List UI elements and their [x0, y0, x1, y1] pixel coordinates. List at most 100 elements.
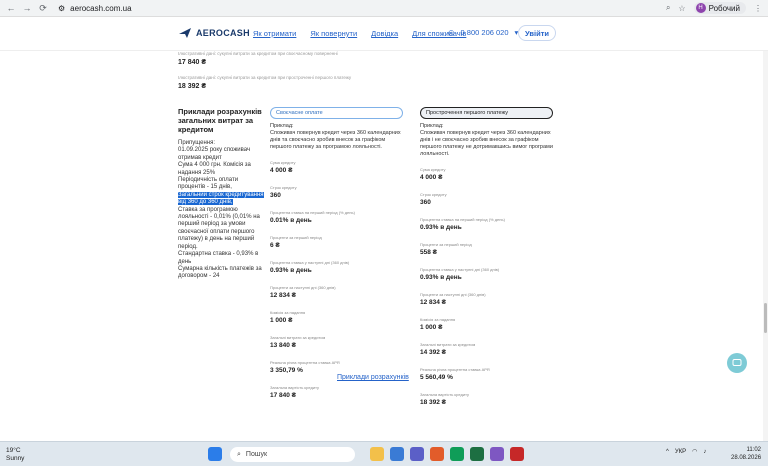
calc-row-label: Загальні витрати за кредитом	[270, 335, 326, 340]
calc-row: Реальна річна процентна ставка APR 3 350,…	[270, 360, 403, 374]
calc-row-value: 1 000 ₴	[420, 324, 443, 331]
app2-icon[interactable]	[510, 447, 524, 461]
weather-temp: 19°C	[6, 447, 21, 454]
example-on-time: Приклад: Споживач повернув кредит через …	[270, 123, 401, 150]
calc-row-label: Проценти за перший період	[270, 235, 322, 240]
calc-row-value: 0.93% в день	[270, 267, 312, 274]
zoom-icon[interactable]: ⌕	[666, 3, 670, 13]
calc-row-label: Строк кредиту	[420, 192, 447, 197]
calc-row-value: 0.93% в день	[420, 224, 462, 231]
logo-text: AEROCASH	[196, 28, 250, 38]
browser-icon[interactable]	[390, 447, 404, 461]
scroll-thumb[interactable]	[764, 303, 767, 333]
calc-row: Проценти за перший період 6 ₴	[270, 235, 403, 249]
login-button[interactable]: Увійти	[518, 25, 556, 41]
file-explorer-icon[interactable]	[370, 447, 384, 461]
calc-row: Строк кредиту 360	[270, 185, 403, 199]
top-totals: Ілюстративні дані: сукупні витрати за кр…	[178, 51, 351, 90]
calc-row-value: 360	[420, 199, 431, 206]
chat-button[interactable]	[727, 353, 747, 373]
office-icon[interactable]	[430, 447, 444, 461]
calc-row-label: Проценти за наступні дні (360 днів)	[270, 285, 336, 290]
phone-number[interactable]: 0 800 206 020	[461, 28, 509, 37]
selected-text: Загальний строк кредитування від 360 до …	[178, 191, 264, 206]
forward-icon[interactable]: →	[22, 3, 32, 14]
page-scrollbar[interactable]	[763, 51, 768, 441]
tab-overdue[interactable]: Прострочення першого платежу	[420, 107, 553, 119]
calc-row-label: Процентна ставка у наступні дні (360 дні…	[420, 267, 500, 272]
tray-chevron-icon[interactable]: ^	[666, 449, 669, 455]
bookmark-star-icon[interactable]: ☆	[678, 4, 685, 13]
excel-icon[interactable]	[470, 447, 484, 461]
calc-row-value: 360	[270, 192, 281, 199]
menu-item-how-to-get[interactable]: Як отримати	[253, 29, 296, 38]
assumptions-text: Припущення: 01.09.2025 року споживач отр…	[178, 140, 251, 191]
column-overdue: Прострочення першого платежу Приклад: Сп…	[420, 107, 553, 417]
calc-row: Сума кредиту 4 000 ₴	[420, 167, 553, 181]
language-indicator[interactable]: УКР	[675, 449, 686, 455]
calc-row-label: Комісія за надання	[420, 317, 456, 322]
taskbar-apps	[208, 447, 222, 461]
calc-row-label: Строк кредиту	[270, 185, 297, 190]
chrome-icon[interactable]	[450, 447, 464, 461]
examples-link[interactable]: Приклади розрахунків	[337, 374, 409, 381]
calc-row: Реальна річна процентна ставка APR 5 560,…	[420, 367, 553, 381]
calc-row-value: 558 ₴	[420, 249, 437, 256]
calc-row: Процентна ставка у наступні дні (360 дні…	[420, 267, 553, 281]
volume-icon[interactable]: ♪	[703, 449, 706, 455]
search-icon: ⌕	[237, 450, 241, 458]
calc-row: Процентна ставка у наступні дні (360 дні…	[270, 260, 403, 274]
taskbar: 19°C Sunny ⌕ Пошук ^ УКР ◠ ♪ 11:02 28.08…	[0, 441, 768, 466]
profile-label: Робочий	[708, 3, 740, 13]
address-bar[interactable]: ⚙ aerocash.com.ua	[58, 4, 132, 13]
examples-title: Приклади розрахунків загальних витрат за…	[178, 107, 262, 134]
calc-row-label: Загальна вартість кредиту	[270, 385, 319, 390]
site-info-icon[interactable]: ⚙	[58, 4, 65, 13]
calc-row-label: Проценти за наступні дні (360 днів)	[420, 292, 486, 297]
calc-row: Проценти за наступні дні (360 днів) 12 83…	[270, 285, 403, 299]
taskbar-search-label: Пошук	[245, 451, 268, 458]
taskbar-search[interactable]: ⌕ Пошук	[230, 447, 355, 462]
calc-row-value: 17 840 ₴	[270, 392, 297, 399]
browser-toolbar: ← → ⟳ ⚙ aerocash.com.ua ⌕ ☆ Н Робочий ⋮	[0, 0, 768, 17]
calc-row-value: 5 560,49 %	[420, 374, 453, 381]
site-logo[interactable]: AEROCASH	[178, 26, 250, 40]
weather-widget[interactable]: 19°C Sunny	[6, 447, 24, 463]
calc-row: Процентна ставка на перший період (% ден…	[420, 217, 553, 231]
calc-row-label: Загальні витрати за кредитом	[420, 342, 476, 347]
assumptions-highlight: Загальний строк кредитування від 360 до …	[178, 191, 266, 207]
phone-block[interactable]: ◎ 0 800 206 020 ▾	[448, 28, 518, 37]
calc-row-label: Загальна вартість кредиту	[420, 392, 469, 397]
teams-icon[interactable]	[410, 447, 424, 461]
calc-row: Сума кредиту 4 000 ₴	[270, 160, 403, 174]
back-icon[interactable]: ←	[6, 3, 16, 14]
app-icon[interactable]	[490, 447, 504, 461]
logo-plane-icon	[179, 28, 191, 38]
rows-on-time: Сума кредиту 4 000 ₴ Строк кредиту 360 Проце…	[270, 160, 403, 399]
eye-icon[interactable]: ◎	[448, 28, 455, 37]
wifi-icon[interactable]: ◠	[692, 448, 697, 455]
more-menu-icon[interactable]: ⋮	[754, 4, 762, 13]
start-windows-icon[interactable]	[208, 447, 222, 461]
clock-time: 11:02	[746, 447, 762, 453]
tab-on-time[interactable]: Своєчасне оплате	[270, 107, 403, 119]
calc-row-value: 4 000 ₴	[420, 174, 443, 181]
calc-row-label: Реальна річна процентна ставка APR	[270, 360, 340, 365]
calc-row-value: 1 000 ₴	[270, 317, 293, 324]
reload-icon[interactable]: ⟳	[38, 3, 48, 14]
examples-intro: Приклади розрахунків загальних витрат за…	[178, 107, 266, 281]
total-value-2: 18 392 ₴	[178, 83, 207, 90]
calc-row-value: 0.93% в день	[420, 274, 462, 281]
menu-item-how-to-repay[interactable]: Як повернути	[310, 29, 357, 38]
assumptions-rest: Ставка за програмою лояльності - 0,01% (…	[178, 206, 262, 280]
clock-date: 28.08.2026	[731, 455, 762, 461]
menu-item-help[interactable]: Довідка	[371, 29, 398, 38]
calc-row-value: 13 840 ₴	[270, 342, 297, 349]
site-header: AEROCASH Як отримати Як повернути Довідк…	[0, 17, 768, 51]
rows-overdue: Сума кредиту 4 000 ₴ Строк кредиту 360 Проце…	[420, 167, 553, 406]
profile-button[interactable]: Н Робочий	[693, 2, 746, 14]
clock[interactable]: 11:02 28.08.2026	[731, 446, 761, 462]
calc-row: Строк кредиту 360	[420, 192, 553, 206]
total-note-1: Ілюстративні дані: сукупні витрати за кр…	[178, 51, 338, 56]
calc-row-value: 0.01% в день	[270, 217, 312, 224]
